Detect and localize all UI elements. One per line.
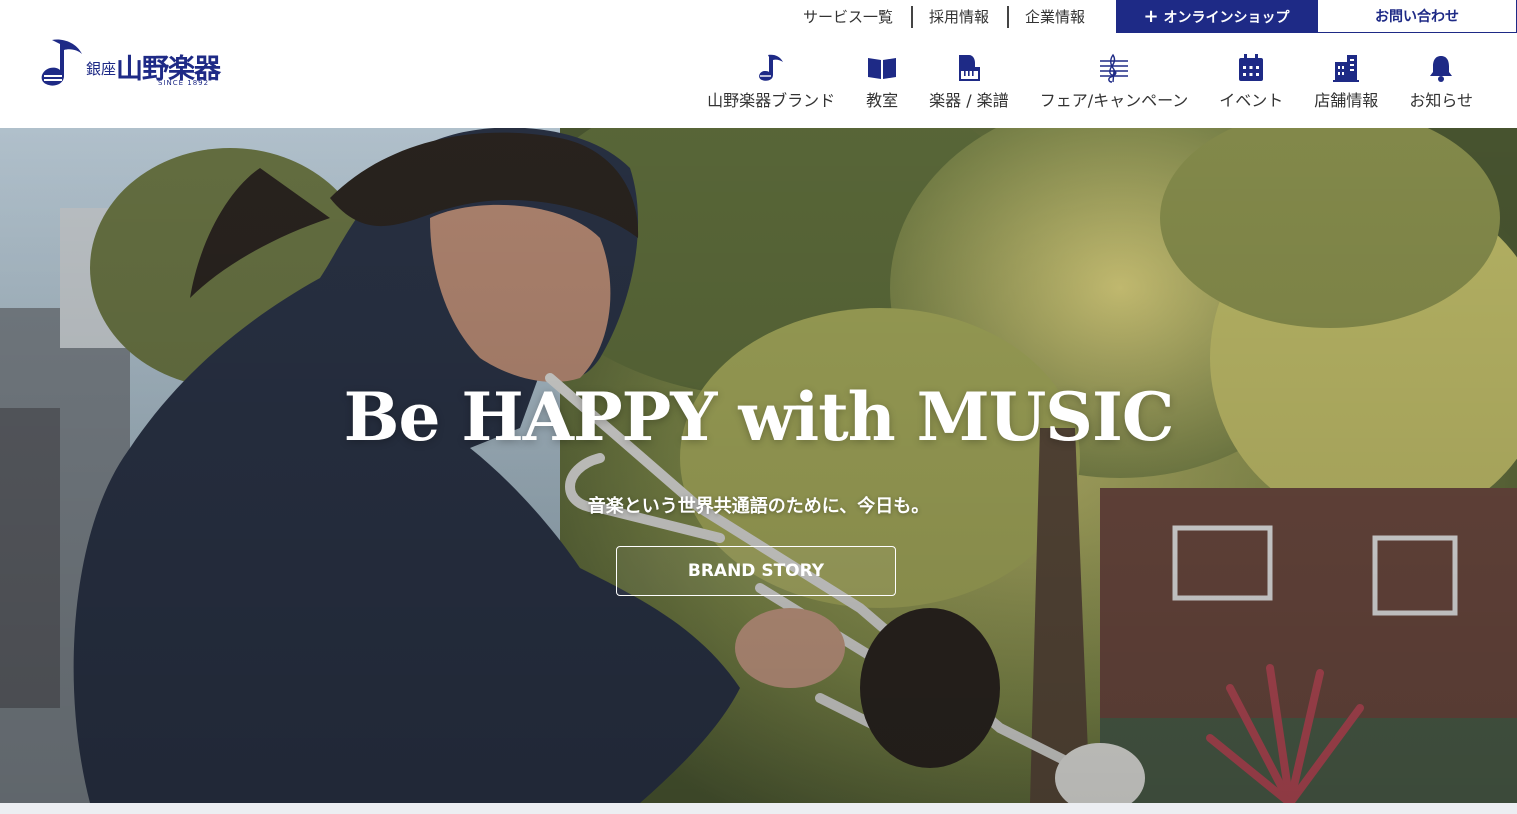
utility-link-company[interactable]: 企業情報: [1006, 5, 1103, 28]
site-logo[interactable]: 銀座 山野楽器 SINCE 1892: [40, 36, 262, 90]
nav-label-news: お知らせ: [1409, 91, 1473, 110]
book-icon: [866, 52, 898, 84]
hero-subtitle: 音楽という世界共通語のために、今日も。: [587, 496, 930, 517]
nav-item-news[interactable]: お知らせ: [1409, 52, 1473, 112]
nav-label-stores: 店舗情報: [1314, 91, 1379, 110]
contact-button[interactable]: お問い合わせ: [1317, 0, 1517, 33]
hero: Be HAPPY with MUSIC 音楽という世界共通語のために、今日も。 …: [0, 128, 1517, 803]
building-icon: [1330, 52, 1362, 84]
nav-label-campaign: フェア/キャンペーン: [1039, 91, 1189, 110]
site-header: 銀座 山野楽器 SINCE 1892 サービス一覧 採用情報 企業情報 + オン…: [0, 0, 1517, 128]
nav-label-events: イベント: [1219, 91, 1284, 110]
nav-label-school: 教室: [866, 91, 899, 110]
calendar-icon: [1235, 52, 1267, 84]
nav-item-school[interactable]: 教室: [866, 52, 898, 112]
utility-bar: サービス一覧 採用情報 企業情報 + オンラインショップ お問い合わせ: [785, 0, 1517, 33]
hero-title: Be HAPPY with MUSIC: [343, 378, 1175, 456]
nav-item-brand[interactable]: 山野楽器ブランド: [707, 52, 835, 112]
brand-note-icon: [755, 52, 787, 84]
utility-links: サービス一覧 採用情報 企業情報: [785, 5, 1103, 28]
plus-icon: +: [1143, 5, 1159, 27]
utility-link-recruit[interactable]: 採用情報: [910, 5, 1007, 28]
online-shop-button[interactable]: + オンラインショップ: [1116, 0, 1317, 33]
utility-link-services[interactable]: サービス一覧: [785, 6, 911, 28]
main-nav: 山野楽器ブランド 教室 楽器 / 楽譜 フェア/キャンペーン イベント 店舗情報…: [707, 52, 1473, 112]
online-shop-label: オンラインショップ: [1163, 9, 1290, 26]
logo-ginza: 銀座: [86, 60, 117, 78]
logo-mark-icon: [41, 39, 82, 86]
music-staff-icon: [1098, 52, 1130, 84]
nav-item-instruments[interactable]: 楽器 / 楽譜: [929, 52, 1009, 112]
nav-item-events[interactable]: イベント: [1219, 52, 1283, 112]
nav-label-brand: 山野楽器ブランド: [707, 91, 836, 110]
bell-icon: [1425, 52, 1457, 84]
logo-since: SINCE 1892: [158, 79, 210, 87]
section-divider: [0, 803, 1517, 814]
nav-item-campaign[interactable]: フェア/キャンペーン: [1039, 52, 1189, 112]
nav-label-instruments: 楽器 / 楽譜: [929, 91, 1009, 110]
piano-icon: [953, 52, 985, 84]
nav-item-stores[interactable]: 店舗情報: [1314, 52, 1378, 112]
hero-background-image: [0, 128, 1517, 803]
brand-story-button[interactable]: BRAND STORY: [616, 546, 896, 596]
